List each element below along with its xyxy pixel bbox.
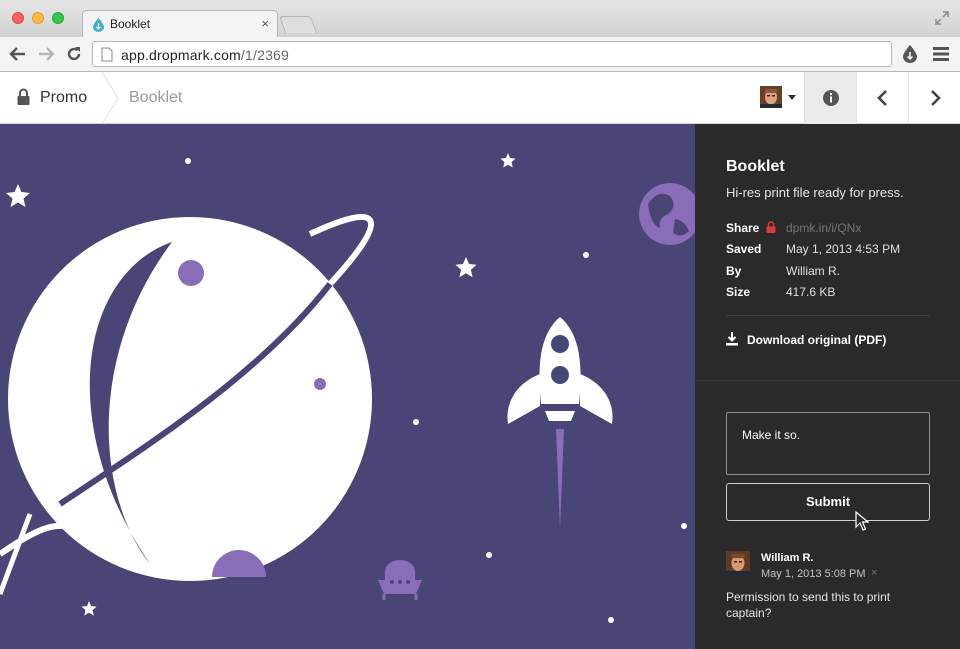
browser-titlebar: Booklet × bbox=[0, 0, 960, 38]
size-value: 417.6 KB bbox=[786, 285, 836, 299]
planet-crater-small bbox=[314, 378, 326, 390]
forward-arrow-icon[interactable] bbox=[37, 45, 55, 63]
mouse-cursor-icon bbox=[855, 511, 869, 531]
window-minimize-button[interactable] bbox=[32, 12, 44, 24]
comment-author: William R. bbox=[761, 552, 814, 564]
chevron-down-icon bbox=[788, 95, 796, 100]
tab-title: Booklet bbox=[110, 17, 151, 31]
item-title: Booklet bbox=[726, 158, 785, 175]
delete-comment-icon[interactable]: × bbox=[871, 567, 877, 579]
chevron-right-icon bbox=[931, 90, 941, 106]
app-header: Promo Booklet bbox=[0, 72, 960, 124]
saved-label: Saved bbox=[726, 242, 762, 256]
download-original-link[interactable]: Download original (PDF) bbox=[726, 332, 926, 350]
chevron-left-icon bbox=[877, 90, 887, 106]
divider bbox=[695, 380, 960, 381]
address-bar[interactable]: app.dropmark.com/1/2369 bbox=[92, 41, 892, 67]
dropmark-favicon-icon bbox=[93, 18, 104, 32]
item-description: Hi-res print file ready for press. bbox=[726, 185, 904, 200]
fullscreen-icon[interactable] bbox=[934, 10, 950, 26]
by-label: By bbox=[726, 264, 742, 278]
browser-tab[interactable]: Booklet × bbox=[82, 10, 278, 38]
reload-icon[interactable] bbox=[65, 45, 83, 63]
user-menu-button[interactable] bbox=[760, 86, 800, 110]
item-details-sidebar: Booklet Hi-res print file ready for pres… bbox=[695, 124, 960, 649]
comment-input[interactable]: Make it so. bbox=[726, 412, 930, 475]
rocket-exhaust bbox=[556, 429, 564, 529]
by-value: William R. bbox=[786, 264, 840, 278]
next-item-button[interactable] bbox=[908, 72, 960, 124]
download-label: Download original (PDF) bbox=[747, 333, 887, 347]
comment-timestamp: May 1, 2013 5:08 PM bbox=[761, 568, 866, 580]
avatar bbox=[760, 86, 782, 108]
page-icon bbox=[101, 47, 113, 62]
url-domain: app.dropmark.com bbox=[121, 47, 241, 63]
download-icon bbox=[726, 332, 738, 346]
share-link[interactable]: dpmk.in/i/QNx bbox=[786, 221, 861, 235]
saved-value: May 1, 2013 4:53 PM bbox=[786, 242, 901, 256]
browser-menu-icon[interactable] bbox=[933, 47, 949, 61]
dropmark-extension-icon[interactable] bbox=[902, 45, 918, 63]
share-label: Share bbox=[726, 221, 760, 235]
window-zoom-button[interactable] bbox=[52, 12, 64, 24]
breadcrumb-separator bbox=[101, 72, 119, 124]
browser-toolbar: app.dropmark.com/1/2369 bbox=[0, 37, 960, 72]
divider bbox=[726, 315, 930, 316]
back-arrow-icon[interactable] bbox=[9, 45, 27, 63]
lock-icon bbox=[17, 88, 30, 105]
submit-button[interactable]: Submit bbox=[726, 483, 930, 521]
window-close-button[interactable] bbox=[12, 12, 24, 24]
url-text: app.dropmark.com/1/2369 bbox=[121, 47, 289, 63]
size-label: Size bbox=[726, 285, 751, 299]
url-path: /1/2369 bbox=[240, 47, 290, 63]
rocket-body bbox=[539, 317, 581, 404]
new-tab-button[interactable] bbox=[278, 16, 318, 33]
planet-ring-bottom bbox=[0, 522, 83, 557]
item-preview[interactable] bbox=[0, 124, 695, 649]
previous-item-button[interactable] bbox=[856, 72, 908, 124]
lock-icon bbox=[766, 221, 776, 233]
tab-close-icon[interactable]: × bbox=[261, 16, 269, 31]
space-illustration bbox=[0, 153, 695, 623]
info-icon bbox=[823, 90, 839, 106]
breadcrumb-item: Booklet bbox=[129, 89, 183, 106]
avatar bbox=[726, 551, 750, 575]
planet-crater bbox=[178, 260, 204, 286]
comment-text: Permission to send this to print captain… bbox=[726, 590, 891, 620]
info-button[interactable] bbox=[804, 72, 856, 124]
ufo-shape bbox=[385, 560, 415, 580]
breadcrumb-collection[interactable]: Promo bbox=[40, 89, 87, 107]
